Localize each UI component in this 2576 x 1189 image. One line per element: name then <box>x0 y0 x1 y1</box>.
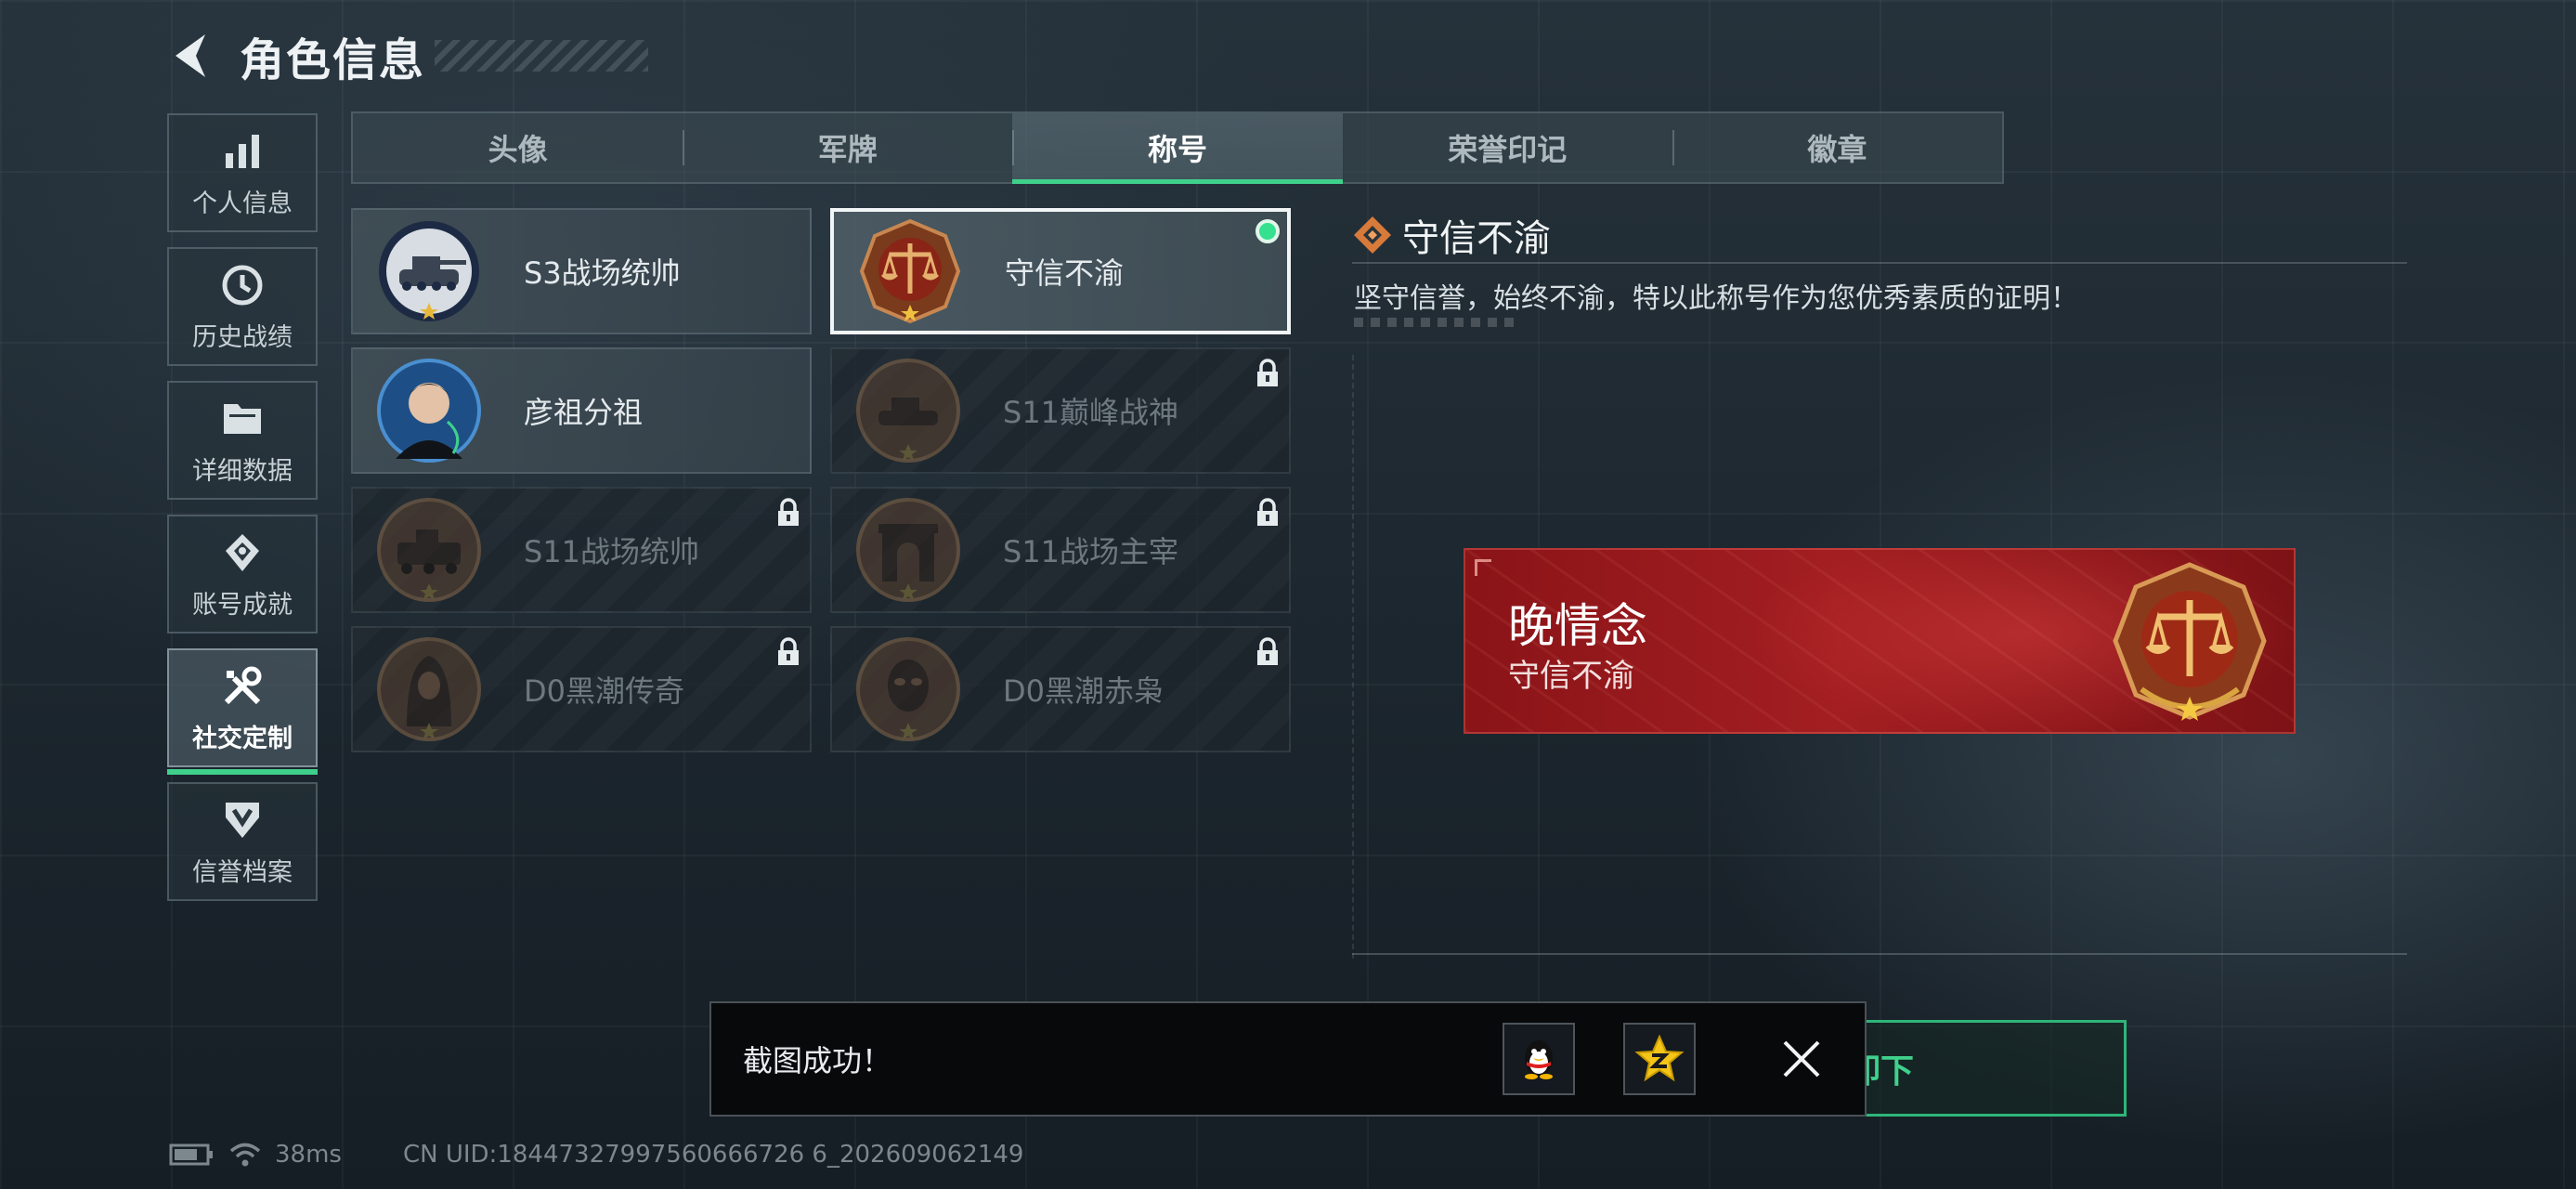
share-qzone-button[interactable] <box>1623 1023 1696 1095</box>
title-card-label: S11战场统帅 <box>524 534 700 569</box>
title-card-locked[interactable]: D0黑潮赤枭 <box>830 626 1291 752</box>
portrait-emblem-icon <box>377 359 481 463</box>
tab-badge[interactable]: 徽章 <box>1672 113 2002 182</box>
divider <box>1352 262 2407 264</box>
network-ping: 38ms <box>275 1141 342 1169</box>
lock-icon <box>778 637 799 665</box>
sidebar-item-label: 信誉档案 <box>192 857 293 887</box>
masked-figure-emblem-icon <box>856 637 960 741</box>
credit-shield-icon <box>218 796 267 844</box>
title-card-selected[interactable]: 守信不渝 <box>830 208 1291 334</box>
tools-icon <box>218 662 267 711</box>
toast-message: 截图成功！ <box>743 1043 892 1078</box>
lock-icon <box>1257 359 1278 386</box>
sidebar-item-label: 历史战绩 <box>192 322 293 352</box>
battery-icon <box>169 1143 213 1166</box>
wifi-icon <box>229 1143 261 1167</box>
scales-emblem-icon <box>859 218 961 324</box>
tank-emblem-icon <box>856 359 960 463</box>
sidebar-item-label: 个人信息 <box>192 189 293 218</box>
tab-honor-mark[interactable]: 荣誉印记 <box>1343 113 1672 182</box>
title-card-label: D0黑潮传奇 <box>524 673 685 709</box>
title-card-label: 守信不渝 <box>1005 255 1125 291</box>
title-detail-header: 守信不渝 <box>1352 208 1551 262</box>
close-icon <box>1783 1040 1820 1078</box>
scales-emblem-icon <box>2113 562 2267 721</box>
detail-decoration <box>1354 318 1521 327</box>
title-card-locked[interactable]: S11战场统帅 <box>351 487 812 613</box>
plate-corner-decoration <box>1475 559 1491 576</box>
title-card-label: D0黑潮赤枭 <box>1003 673 1164 709</box>
sidebar-item-detailed-data[interactable]: 详细数据 <box>167 381 318 500</box>
page-title: 角色信息 <box>240 34 426 86</box>
user-uid: CN UID:18447327997560666726 6_2026090621… <box>402 1141 1024 1169</box>
bar-chart-icon <box>218 127 267 176</box>
achievement-icon <box>218 529 267 577</box>
equipped-indicator <box>1255 219 1280 243</box>
sidebar-item-label: 账号成就 <box>192 590 293 620</box>
status-bar: 38ms CN UID:18447327997560666726 6_20260… <box>169 1139 1023 1170</box>
sidebar: 个人信息 历史战绩 详细数据 账号成就 社交定制 信誉档案 <box>167 113 318 916</box>
sidebar-item-credit-record[interactable]: 信誉档案 <box>167 782 318 901</box>
title-card-label: 彦祖分祖 <box>524 395 644 430</box>
detail-title: 守信不渝 <box>1402 217 1551 260</box>
plate-player-name: 晚情念 <box>1508 599 1647 653</box>
back-button[interactable] <box>163 26 215 85</box>
tab-avatar[interactable]: 头像 <box>353 113 683 182</box>
sidebar-item-label: 社交定制 <box>192 724 293 753</box>
lock-icon <box>778 498 799 526</box>
detail-description: 坚守信誉，始终不渝，特以此称号作为您优秀素质的证明！ <box>1354 282 2078 315</box>
sidebar-item-personal-info[interactable]: 个人信息 <box>167 113 318 232</box>
clock-icon <box>218 261 267 309</box>
qq-penguin-icon <box>1525 1040 1553 1079</box>
page-header: 角色信息 <box>163 20 649 91</box>
nameplate-preview: 晚情念 守信不渝 <box>1464 548 2296 734</box>
lock-icon <box>1257 637 1278 665</box>
title-card-locked[interactable]: D0黑潮传奇 <box>351 626 812 752</box>
diamond-icon <box>1354 216 1391 254</box>
title-card[interactable]: 彦祖分祖 <box>351 347 812 474</box>
category-tabs: 头像 军牌 称号 荣誉印记 徽章 <box>351 111 2004 184</box>
tab-dog-tag[interactable]: 军牌 <box>683 113 1012 182</box>
qzone-star-icon <box>1634 1034 1685 1082</box>
title-card-locked[interactable]: S11战场主宰 <box>830 487 1291 613</box>
title-card[interactable]: S3战场统帅 <box>351 208 812 334</box>
hooded-figure-emblem-icon <box>377 637 481 741</box>
plate-title: 守信不渝 <box>1508 658 1634 695</box>
sidebar-item-achievements[interactable]: 账号成就 <box>167 515 318 634</box>
title-decoration <box>435 40 649 72</box>
title-card-label: S11战场主宰 <box>1003 534 1179 569</box>
sidebar-item-social-custom[interactable]: 社交定制 <box>167 648 318 775</box>
folder-icon <box>218 395 267 443</box>
share-qq-button[interactable] <box>1503 1023 1575 1095</box>
title-card-label: S11巅峰战神 <box>1003 395 1179 430</box>
toast-close-button[interactable] <box>1774 1031 1829 1087</box>
divider <box>1352 953 2407 955</box>
title-list: S3战场统帅 守信不渝 彦祖分祖 S11巅峰战神 S11战场统帅 S11战场主宰… <box>351 208 1291 752</box>
tab-title[interactable]: 称号 <box>1012 113 1343 184</box>
sidebar-item-label: 详细数据 <box>192 456 293 486</box>
back-arrow-icon <box>176 34 205 77</box>
arch-emblem-icon <box>856 498 960 602</box>
armored-vehicle-emblem-icon <box>377 498 481 602</box>
screenshot-toast: 截图成功！ <box>709 1001 1867 1117</box>
sidebar-item-history[interactable]: 历史战绩 <box>167 247 318 366</box>
lock-icon <box>1257 498 1278 526</box>
tank-emblem-icon <box>379 221 479 321</box>
title-card-locked[interactable]: S11巅峰战神 <box>830 347 1291 474</box>
title-card-label: S3战场统帅 <box>524 255 681 291</box>
